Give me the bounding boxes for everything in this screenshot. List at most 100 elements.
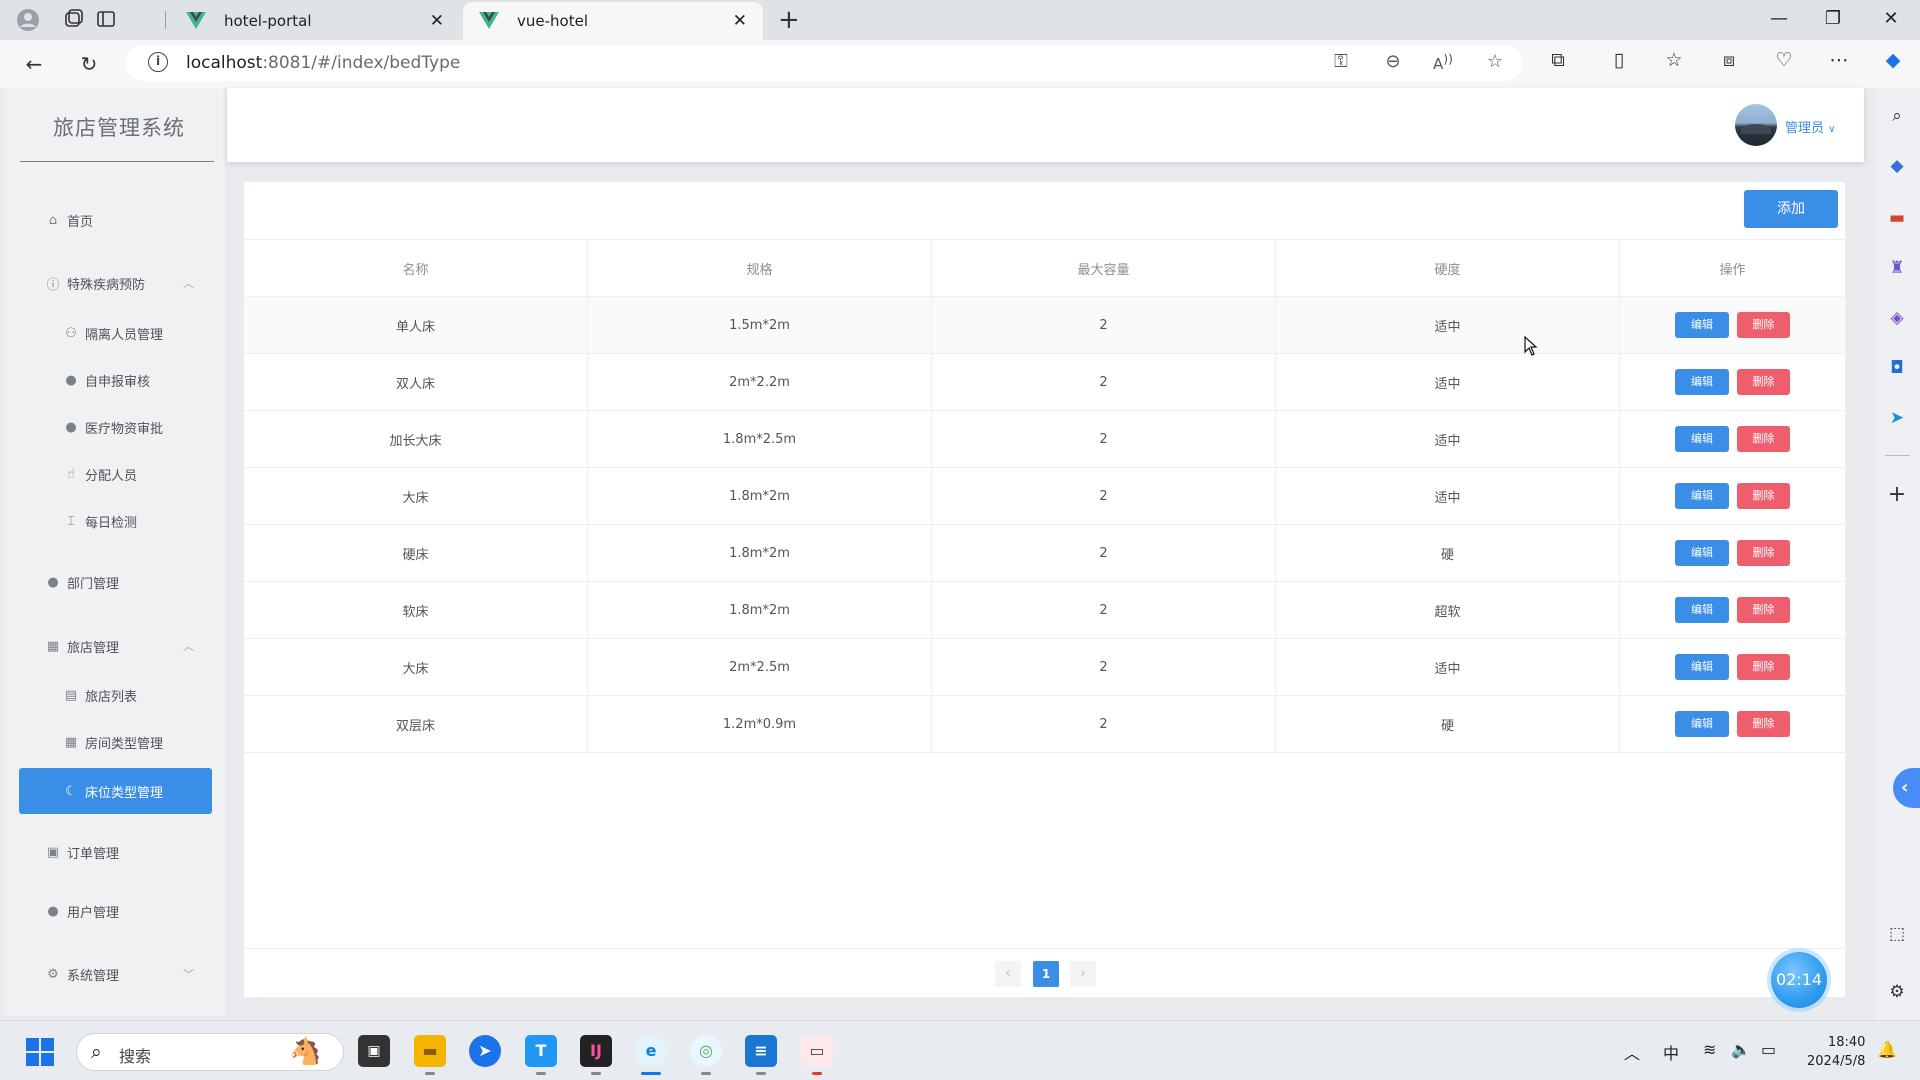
timer-badge[interactable]: 02:14 [1771,952,1827,1008]
tools-briefcase-icon[interactable]: ▬ [1885,206,1909,230]
settings-gear-icon[interactable]: ⚙ [1885,980,1909,1004]
edge-icon[interactable]: e [635,1035,667,1067]
address-bar[interactable]: i localhost:8081/#/index/bedType ⚿ ⊖ A))… [126,45,1522,81]
delete-button[interactable]: 删除 [1737,483,1790,509]
file-explorer-icon[interactable]: ▬ [414,1035,446,1067]
add-button[interactable]: 添加 [1744,190,1838,228]
ime-indicator[interactable]: 中 [1663,1040,1679,1064]
info-circle-icon: ⓘ [46,277,60,293]
chrome-icon[interactable]: ◎ [690,1035,722,1067]
sidebar-item-disease-prevention[interactable]: ⓘ 特殊疾病预防 ︿ [19,260,212,306]
minimize-button[interactable]: — [1764,8,1794,29]
sidebar-item-bed-type[interactable]: ☾ 床位类型管理 [19,768,212,814]
tab-actions-icon[interactable] [94,8,118,32]
avatar[interactable] [1735,104,1777,146]
edit-button[interactable]: 编辑 [1675,711,1729,737]
copilot-icon[interactable]: ◆ [1878,49,1908,71]
back-icon[interactable]: ← [20,50,48,78]
cell-name: 双层床 [244,696,588,752]
edit-button[interactable]: 编辑 [1675,426,1729,452]
sidebar-item-medical-supplies[interactable]: ● 医疗物资审批 [19,404,212,450]
edit-button[interactable]: 编辑 [1675,540,1729,566]
favorites-icon[interactable]: ☆ [1659,49,1689,71]
volume-icon[interactable]: 🔈 [1731,1040,1751,1059]
prev-page-button[interactable]: ‹ [995,961,1021,987]
app-icon[interactable]: ▭ [801,1035,833,1067]
taskbar-search-box[interactable]: ⌕ 搜索 🐴 [76,1033,344,1071]
key-icon[interactable]: ⚿ [1328,51,1354,72]
sidebar-item-users[interactable]: ● 用户管理 [19,888,212,934]
browser-essentials-icon[interactable]: ♡ [1769,49,1799,71]
battery-icon[interactable]: ▭ [1761,1040,1776,1059]
sidebar-item-home[interactable]: ⌂ 首页 [19,197,212,243]
search-icon[interactable]: ⌕ [1885,104,1909,128]
sidebar-item-self-report[interactable]: ● 自申报审核 [19,357,212,403]
delete-button[interactable]: 删除 [1737,369,1790,395]
edit-button[interactable]: 编辑 [1675,654,1729,680]
close-icon[interactable]: ✕ [733,11,747,31]
cell-hardness: 超软 [1276,582,1620,638]
add-sidebar-app-icon[interactable]: + [1885,483,1909,507]
screenshot-icon[interactable]: ⬚ [1885,922,1909,946]
restore-button[interactable]: ❐ [1818,8,1848,29]
delete-button[interactable]: 删除 [1737,597,1790,623]
split-screen-icon[interactable]: ▯ [1604,49,1634,71]
sidebar-item-daily-check[interactable]: ⌶ 每日检测 [19,498,212,544]
todesk-icon[interactable]: T [525,1035,557,1067]
user-solid-icon: ● [65,372,77,388]
sidebar-item-hotel[interactable]: ▦ 旅店管理 ︿ [19,623,212,669]
delete-button[interactable]: 删除 [1737,426,1790,452]
cell-name: 加长大床 [244,411,588,467]
delete-button[interactable]: 删除 [1737,711,1790,737]
wifi-icon[interactable]: ≋ [1703,1040,1716,1059]
sidebar-item-orders[interactable]: ▣ 订单管理 [19,829,212,875]
close-icon[interactable]: ✕ [430,11,444,31]
profile-icon[interactable] [16,8,40,32]
edit-button[interactable]: 编辑 [1675,312,1729,338]
edit-button[interactable]: 编辑 [1675,597,1729,623]
site-info-icon[interactable]: i [148,52,168,72]
window-close-button[interactable]: ✕ [1876,8,1906,29]
more-menu-icon[interactable]: ⋯ [1824,49,1854,71]
collections-icon[interactable]: ⧈ [1714,49,1744,71]
feishu-icon[interactable]: ➤ [469,1035,501,1067]
notification-bell-icon[interactable]: 🔔 [1877,1040,1897,1059]
sidebar-item-hotel-list[interactable]: ▤ 旅店列表 [19,672,212,718]
page-number-current[interactable]: 1 [1033,961,1059,987]
games-icon[interactable]: ♜ [1885,256,1909,280]
sidebar-item-assign[interactable]: ☝ 分配人员 [19,451,212,497]
outlook-icon[interactable]: ◘ [1885,356,1909,380]
microsoft365-icon[interactable]: ◈ [1885,306,1909,330]
favorite-star-icon[interactable]: ☆ [1482,51,1508,72]
extensions-icon[interactable]: ⧉ [1543,49,1573,71]
edit-button[interactable]: 编辑 [1675,483,1729,509]
user-solid-icon: ● [47,903,59,919]
chevron-up-icon[interactable]: ︿ [1624,1040,1640,1064]
table-row: 单人床 1.5m*2m 2 适中 编辑 删除 [244,297,1845,354]
send-icon[interactable]: ➤ [1885,406,1909,430]
system-clock[interactable]: 18:40 2024/5/8 [1807,1033,1865,1071]
intellij-icon[interactable]: IJ [580,1035,612,1067]
refresh-icon[interactable]: ↻ [75,50,103,78]
delete-button[interactable]: 删除 [1737,312,1790,338]
task-view-icon[interactable]: ▣ [358,1035,390,1067]
tab-hotel-portal[interactable]: hotel-portal ✕ [170,2,460,40]
windows-start-icon[interactable] [26,1038,54,1066]
shopping-tag-icon[interactable]: ◆ [1885,154,1909,178]
cell-capacity: 2 [932,468,1276,524]
user-menu[interactable]: 管理员 ∨ [1785,117,1835,136]
sidebar-item-room-type[interactable]: ▦ 房间类型管理 [19,719,212,765]
next-page-button[interactable]: › [1070,961,1096,987]
sidebar-item-isolation[interactable]: ⚇ 隔离人员管理 [19,310,212,356]
read-aloud-icon[interactable]: A)) [1430,51,1456,73]
tab-vue-hotel[interactable]: vue-hotel ✕ [463,2,763,40]
delete-button[interactable]: 删除 [1737,654,1790,680]
workspaces-icon[interactable] [62,8,86,32]
notepad-icon[interactable]: ≡ [745,1035,777,1067]
sidebar-item-system[interactable]: ⚙ 系统管理 ﹀ [19,951,212,997]
edit-button[interactable]: 编辑 [1675,369,1729,395]
sidebar-item-department[interactable]: ● 部门管理 [19,559,212,605]
delete-button[interactable]: 删除 [1737,540,1790,566]
new-tab-button[interactable]: + [778,6,800,34]
zoom-icon[interactable]: ⊖ [1380,51,1406,72]
